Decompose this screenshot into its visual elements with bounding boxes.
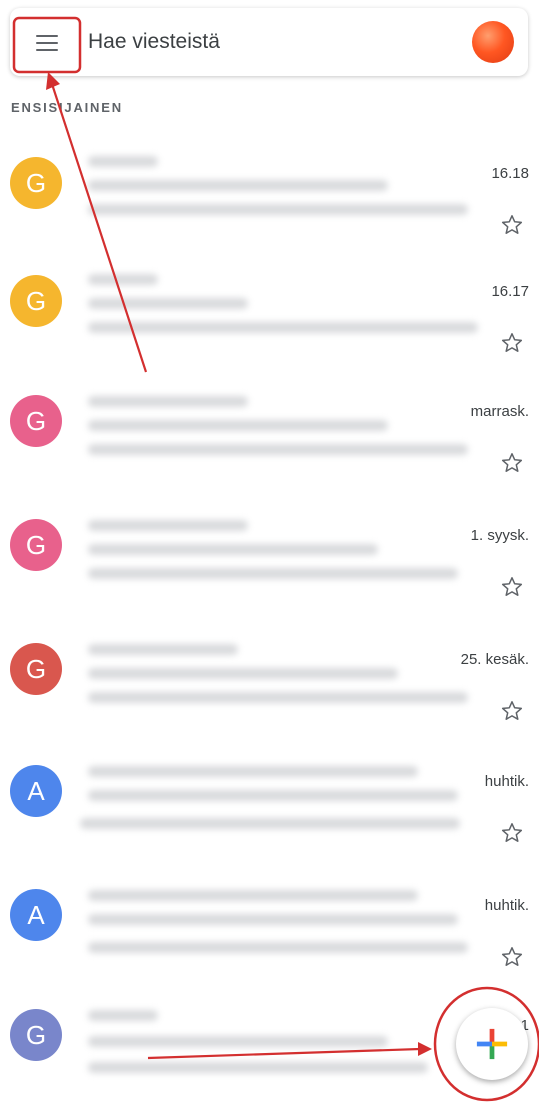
avatar: G xyxy=(10,275,62,327)
list-item[interactable]: A huhtik. xyxy=(0,748,539,868)
subject-blurred xyxy=(88,420,388,431)
avatar: G xyxy=(10,1009,62,1061)
account-avatar[interactable] xyxy=(472,21,514,63)
sender-blurred xyxy=(88,156,158,167)
sender-blurred xyxy=(88,644,238,655)
snippet-blurred xyxy=(88,568,458,579)
list-item[interactable]: G marrask. xyxy=(0,378,539,498)
snippet-blurred xyxy=(88,1062,428,1073)
mail-date: huhtik. xyxy=(484,773,529,790)
list-item[interactable]: G 25. kesäk. xyxy=(0,626,539,746)
mail-date: 25. kesäk. xyxy=(460,651,529,668)
avatar: A xyxy=(10,765,62,817)
star-icon[interactable] xyxy=(497,448,527,478)
section-label: ENSISIJAINEN xyxy=(11,100,123,115)
snippet-blurred xyxy=(88,204,468,215)
snippet-blurred xyxy=(88,444,468,455)
subject-blurred xyxy=(88,298,248,309)
subject-blurred xyxy=(88,544,378,555)
snippet-blurred xyxy=(88,692,468,703)
sender-blurred xyxy=(88,396,248,407)
star-icon[interactable] xyxy=(497,572,527,602)
mail-date: 16.17 xyxy=(491,283,529,300)
menu-icon xyxy=(36,35,58,51)
star-icon[interactable] xyxy=(497,328,527,358)
search-input[interactable]: Hae viesteistä xyxy=(88,30,220,54)
mail-date: 1. syysk. xyxy=(470,527,529,544)
sender-blurred xyxy=(88,1010,158,1021)
sender-blurred xyxy=(88,766,418,777)
snippet-blurred xyxy=(88,942,468,953)
subject-blurred xyxy=(88,180,388,191)
subject-blurred xyxy=(88,668,398,679)
star-icon[interactable] xyxy=(497,696,527,726)
mail-date: huhtik. xyxy=(484,897,529,914)
star-icon[interactable] xyxy=(497,818,527,848)
avatar: G xyxy=(10,157,62,209)
search-bar[interactable]: Hae viesteistä xyxy=(10,8,528,76)
plus-icon xyxy=(476,1028,508,1060)
star-icon[interactable] xyxy=(497,942,527,972)
subject-blurred xyxy=(88,914,458,925)
snippet-blurred xyxy=(80,818,460,829)
sender-blurred xyxy=(88,520,248,531)
subject-blurred xyxy=(88,1036,388,1047)
list-item[interactable]: G 16.18 xyxy=(0,140,539,260)
avatar: G xyxy=(10,643,62,695)
list-item[interactable]: G 16.17 xyxy=(0,258,539,378)
star-icon[interactable] xyxy=(497,210,527,240)
mail-date: marrask. xyxy=(470,403,529,420)
list-item[interactable]: A huhtik. xyxy=(0,872,539,992)
mail-date: 16.18 xyxy=(491,165,529,182)
menu-button[interactable] xyxy=(14,14,80,72)
snippet-blurred xyxy=(88,322,478,333)
compose-button[interactable] xyxy=(456,1008,528,1080)
avatar: G xyxy=(10,519,62,571)
avatar: A xyxy=(10,889,62,941)
avatar: G xyxy=(10,395,62,447)
list-item[interactable]: G 1. syysk. xyxy=(0,502,539,622)
sender-blurred xyxy=(88,890,418,901)
sender-blurred xyxy=(88,274,158,285)
subject-blurred xyxy=(88,790,458,801)
